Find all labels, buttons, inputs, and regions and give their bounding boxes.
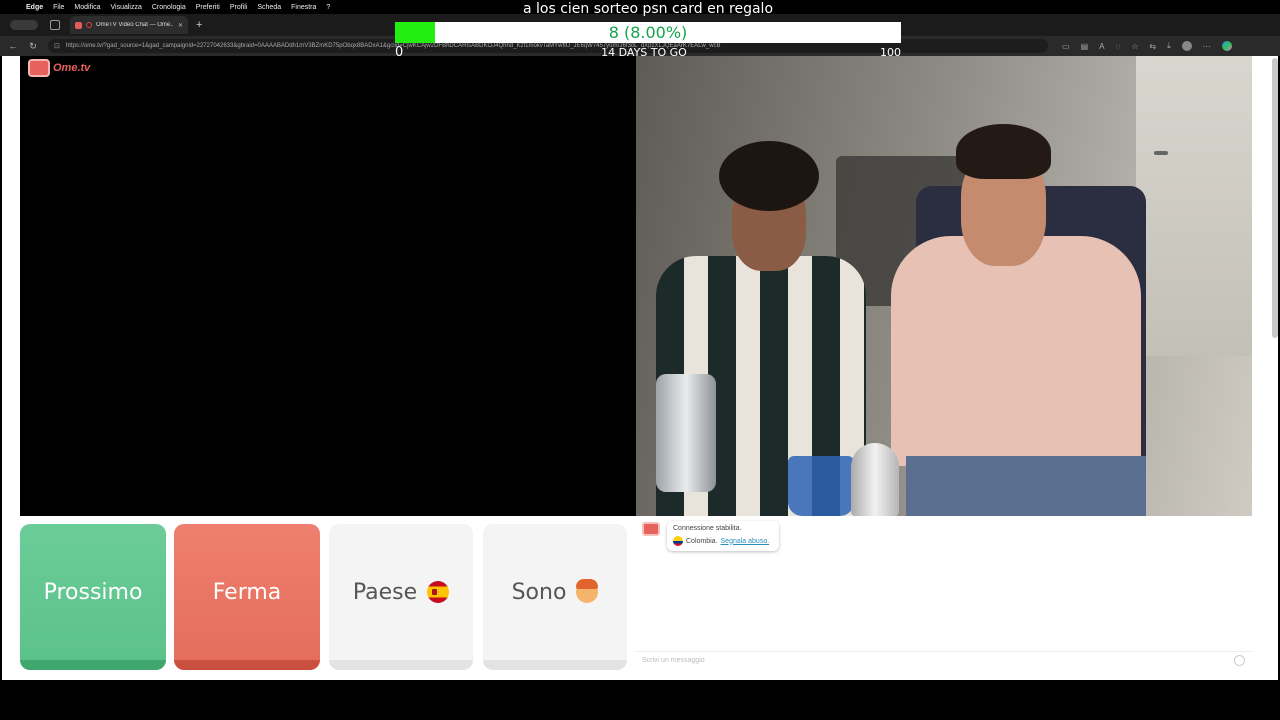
favorite-star-icon[interactable]: ☆ — [1131, 42, 1138, 51]
ometv-favicon-icon — [75, 21, 82, 29]
goal-progress-bar: 8 (8.00%) — [395, 22, 901, 43]
chat-ometv-icon — [642, 522, 660, 536]
window-controls[interactable] — [10, 20, 38, 30]
toolbar-actions: ▭ ▤ A ◌ ☆ ⇆ ⤓ ⋯ — [1062, 41, 1232, 51]
partner-country: Colombia. — [686, 537, 718, 545]
goal-days-label: 14 DAYS TO GO — [601, 46, 687, 59]
back-icon[interactable]: ← — [8, 41, 18, 51]
goal-max-label: 100 — [880, 46, 901, 59]
reload-icon[interactable]: ↻ — [28, 41, 38, 52]
ometv-logo-icon — [28, 59, 50, 77]
remote-video — [636, 56, 1252, 516]
message-input[interactable]: Scrivi un messaggio — [636, 651, 1252, 670]
profile-avatar[interactable] — [1181, 41, 1192, 51]
report-abuse-link[interactable]: Segnala abuso. — [721, 538, 770, 545]
next-button[interactable]: Prossimo — [20, 524, 166, 670]
next-button-label: Prossimo — [43, 579, 143, 605]
video-door — [1136, 56, 1252, 356]
person-left-hair — [719, 141, 819, 211]
extensions-icon[interactable]: ◌ — [1115, 42, 1120, 51]
gender-button-label: Sono — [511, 579, 567, 605]
boy-face-icon — [576, 579, 599, 603]
stop-button[interactable]: Ferma — [174, 524, 320, 670]
connection-status: Connessione stabilita. — [673, 525, 742, 532]
gender-button[interactable]: Sono — [483, 524, 627, 670]
lock-icon[interactable]: ⊡ — [54, 42, 60, 50]
close-tab-icon[interactable]: ✕ — [178, 22, 183, 29]
collections-icon[interactable]: ⇆ — [1149, 42, 1156, 51]
screen-bottom — [0, 680, 1280, 720]
camera-icon[interactable]: ▭ — [1062, 42, 1070, 51]
country-button[interactable]: Paese — [329, 524, 473, 670]
translate-icon[interactable]: A — [1099, 42, 1104, 51]
page-scrollbar[interactable] — [1272, 58, 1278, 338]
new-tab-icon[interactable]: + — [196, 19, 202, 31]
system-message: Connessione stabilita. Colombia. Segnala… — [667, 521, 779, 551]
copilot-icon[interactable] — [1221, 41, 1232, 51]
recording-icon — [86, 22, 92, 28]
more-icon[interactable]: ⋯ — [1203, 42, 1211, 51]
video-door-handle — [1154, 151, 1168, 155]
overlay-title: a los cien sorteo psn card en regalo — [522, 1, 774, 17]
goal-progress-text: 8 (8.00%) — [608, 23, 688, 42]
person-right-hair — [956, 124, 1051, 179]
message-input-placeholder: Scrivi un messaggio — [642, 657, 705, 664]
ometv-logo[interactable]: Ome.tv — [28, 59, 90, 77]
download-icon[interactable]: ⤓ — [1167, 41, 1171, 51]
colombia-flag-icon — [673, 536, 683, 546]
ometv-logo-text: Ome.tv — [53, 62, 91, 74]
energy-drink-can — [656, 374, 716, 492]
local-video — [20, 56, 636, 516]
person-right-legs — [906, 456, 1146, 516]
goal-min-label: 0 — [395, 45, 404, 60]
reader-icon[interactable]: ▤ — [1081, 42, 1089, 51]
tab-title: OmeTV Video Chat — Ome... — [96, 22, 174, 28]
emoji-icon[interactable] — [1234, 655, 1245, 666]
microphone — [851, 443, 899, 516]
person-right-shirt — [891, 236, 1141, 466]
tab-ometv[interactable]: OmeTV Video Chat — Ome... ✕ — [70, 16, 188, 34]
country-button-label: Paese — [352, 579, 418, 605]
stop-button-label: Ferma — [212, 579, 282, 605]
spain-flag-icon — [427, 581, 450, 603]
tab-actions-icon[interactable] — [50, 20, 60, 30]
blue-cup — [788, 456, 854, 516]
